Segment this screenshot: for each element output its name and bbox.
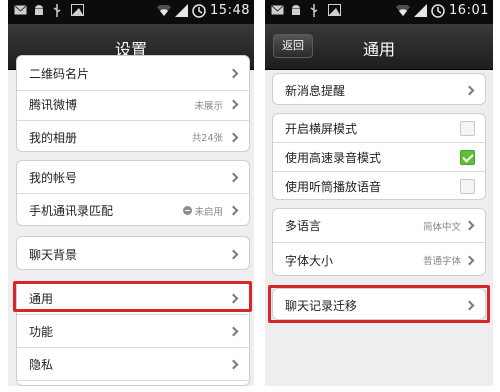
chevron-right-icon [228,68,239,78]
chevron-right-icon [228,172,239,182]
settings-item-account[interactable]: 我的帐号 [17,161,249,194]
chevron-right-icon [464,255,475,265]
chevron-right-icon [464,220,475,231]
usb-icon [52,4,65,18]
settings-item-label: 二维码名片 [29,66,90,81]
settings-screen: 15:48 设置 二维码名片 腾讯微博 未展示 我的相册 共24张 我的帐号 手… [8,0,254,386]
general-group-display: 多语言 简体中文 字体大小 普通字体 [272,208,486,276]
usb-icon [309,4,322,18]
wifi-icon [157,4,172,17]
general-group-options: 开启横屏模式 使用高速录音模式 使用听筒播放语音 [272,113,486,200]
general-item-font-size[interactable]: 字体大小 普通字体 [273,243,485,275]
settings-item-label: 我的帐号 [29,170,78,185]
status-time: 15:48 [210,3,250,18]
chevron-right-icon [228,132,239,142]
settings-item-label: 手机通讯录匹配 [29,204,114,218]
settings-item-privacy[interactable]: 隐私 [17,348,249,381]
chevron-right-icon [228,326,239,336]
settings-item-value-text: 未启用 [194,206,223,218]
settings-group-general: 通用 功能 隐私 [16,281,250,386]
checkbox-icon[interactable] [460,120,475,136]
general-screen: 16:01 返回 通用 新消息提醒 开启横屏模式 使用高速录音模式 使用听筒播放… [265,0,493,386]
general-item-label: 多语言 [285,219,322,233]
chevron-right-icon [228,293,239,303]
general-item-new-message-alert[interactable]: 新消息提醒 [273,74,485,104]
settings-item-label: 我的相册 [29,130,78,145]
general-item-label: 使用听筒播放语音 [285,180,382,194]
settings-item-tencent-weibo[interactable]: 腾讯微博 未展示 [17,89,249,121]
general-item-label: 使用高速录音模式 [285,150,382,165]
image-icon [328,4,341,18]
signal-icon [414,4,428,17]
settings-item-label: 腾讯微博 [29,98,78,112]
checkbox-icon[interactable] [460,179,475,194]
status-bar: 16:01 [265,0,493,24]
image-icon [71,4,84,18]
status-time: 16:01 [449,3,489,18]
settings-item-contacts-match[interactable]: 手机通讯录匹配 未启用 [17,194,249,225]
general-item-label: 开启横屏模式 [285,121,358,136]
settings-item-label: 功能 [29,324,54,339]
disabled-icon [183,206,193,215]
general-item-fast-recording[interactable]: 使用高速录音模式 [273,143,485,172]
mail-icon [14,4,27,18]
chevron-right-icon [228,205,239,216]
general-item-chat-history-migration[interactable]: 聊天记录迁移 [273,289,485,319]
chevron-right-icon [464,85,475,95]
chevron-right-icon [228,249,239,259]
general-item-label: 聊天记录迁移 [285,298,358,313]
settings-item-label: 聊天背景 [29,247,78,262]
battery-icon [192,3,206,18]
settings-item-album[interactable]: 我的相册 共24张 [17,121,249,151]
settings-item-qrcode[interactable]: 二维码名片 [17,56,249,91]
settings-item-value: 共24张 [191,133,223,144]
mail-icon [271,4,284,18]
battery-icon [431,3,445,18]
wifi-icon [396,4,411,17]
settings-group-profile: 二维码名片 腾讯微博 未展示 我的相册 共24张 [16,55,250,152]
settings-item-label: 隐私 [29,357,54,372]
general-group-history: 聊天记录迁移 [272,288,486,320]
checkbox-checked-icon[interactable] [460,149,475,165]
settings-group-chat: 聊天背景 [16,236,250,270]
settings-item-general[interactable]: 通用 [17,282,249,315]
android-icon [290,4,303,18]
chevron-right-icon [228,99,239,110]
signal-icon [175,4,189,17]
page-title: 通用 [362,40,395,59]
general-item-value: 简体中文 [422,221,461,233]
general-item-label: 字体大小 [285,253,334,268]
general-item-landscape-mode[interactable]: 开启横屏模式 [273,114,485,143]
settings-group-account: 我的帐号 手机通讯录匹配 未启用 [16,160,250,226]
title-bar: 返回 通用 [265,24,493,70]
general-item-language[interactable]: 多语言 简体中文 [273,209,485,243]
general-item-earpiece-playback[interactable]: 使用听筒播放语音 [273,172,485,199]
settings-item-features[interactable]: 功能 [17,315,249,348]
settings-item-chat-background[interactable]: 聊天背景 [17,237,249,269]
chevron-right-icon [464,300,475,310]
general-item-label: 新消息提醒 [285,83,346,98]
android-icon [33,4,46,18]
chevron-right-icon [228,359,239,369]
settings-item-label: 通用 [29,291,54,306]
settings-item-value: 未启用 [183,204,223,218]
general-group-notifications: 新消息提醒 [272,73,486,105]
settings-item-value: 未展示 [194,100,223,112]
status-bar: 15:48 [8,0,254,24]
general-item-value: 普通字体 [422,256,461,267]
